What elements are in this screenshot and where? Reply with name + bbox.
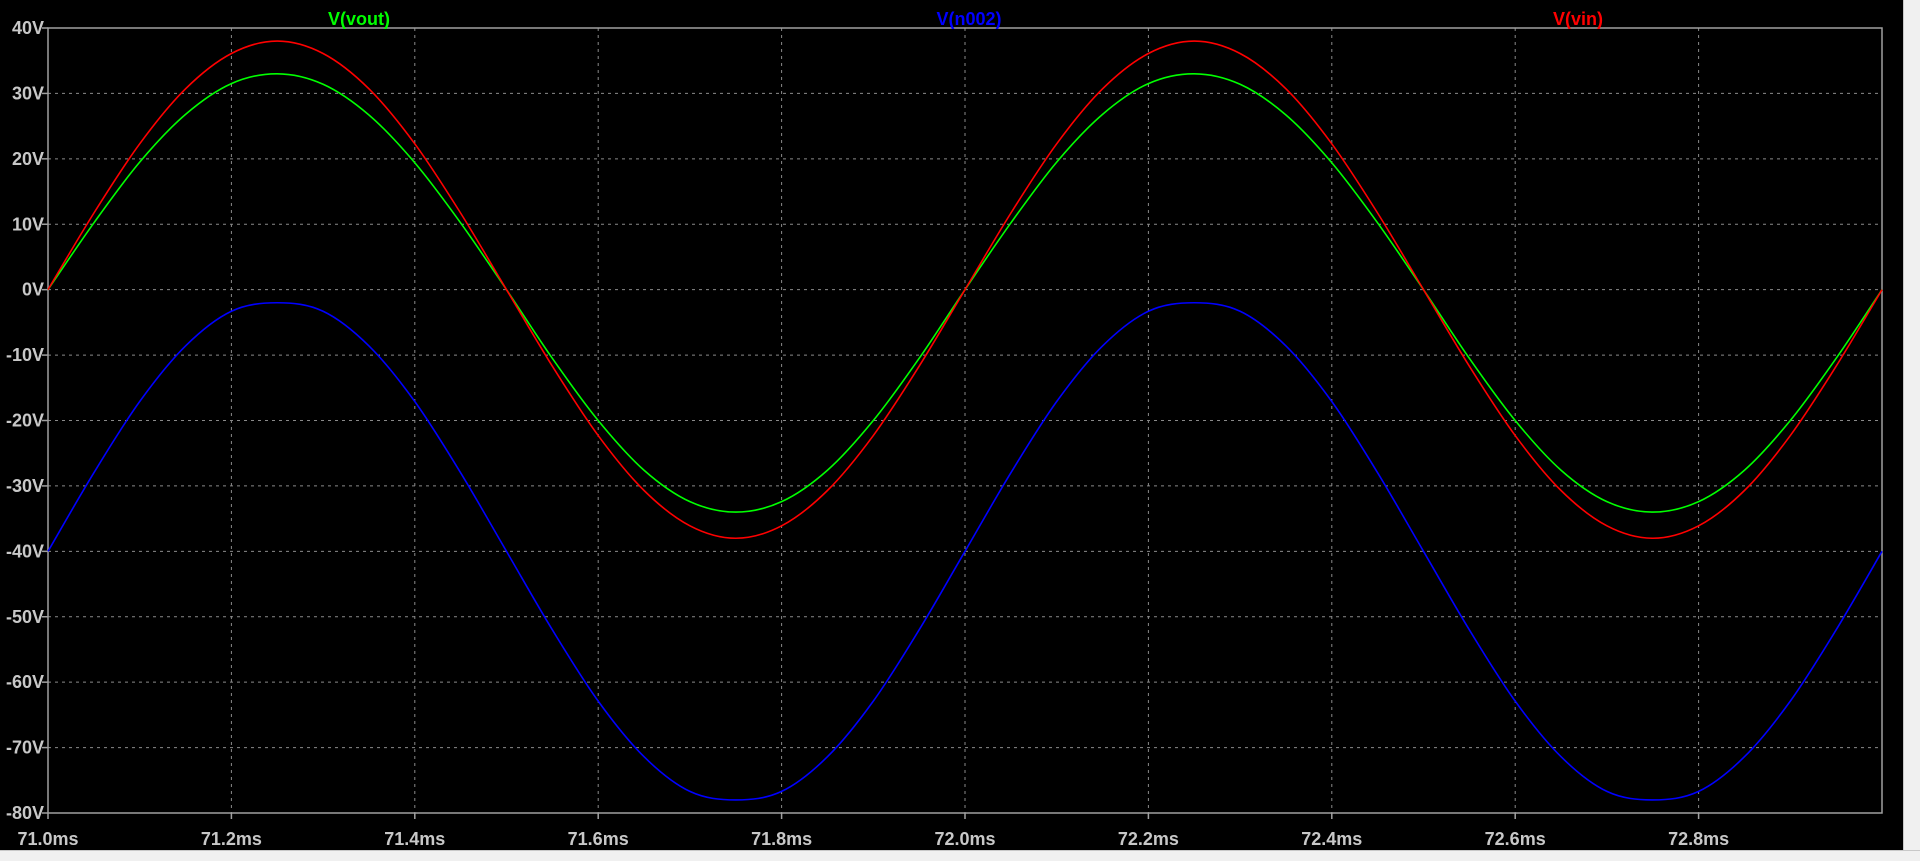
legend-entry-2[interactable]: V(vin) bbox=[1553, 9, 1603, 29]
y-tick-label: 40V bbox=[12, 18, 44, 38]
legend-entry-0[interactable]: V(vout) bbox=[328, 9, 390, 29]
status-bar bbox=[0, 850, 1920, 861]
y-tick-label: -50V bbox=[6, 607, 44, 627]
x-tick-label: 72.2ms bbox=[1118, 829, 1179, 849]
plot-area[interactable]: 40V 30V 20V 10V 0V -10V -20V -30V -40V -50V -60V -7… bbox=[0, 0, 1920, 861]
y-tick-label: -70V bbox=[6, 738, 44, 758]
y-tick-label: -40V bbox=[6, 541, 44, 561]
y-tick-label: 20V bbox=[12, 149, 44, 169]
x-tick-label: 71.0ms bbox=[17, 829, 78, 849]
x-tick-label: 72.4ms bbox=[1301, 829, 1362, 849]
y-tick-label: 0V bbox=[22, 280, 44, 300]
y-tick-label: -60V bbox=[6, 672, 44, 692]
right-window-margin bbox=[1903, 0, 1920, 850]
y-tick-label: -10V bbox=[6, 345, 44, 365]
x-tick-label: 71.4ms bbox=[384, 829, 445, 849]
x-tick-label: 72.6ms bbox=[1485, 829, 1546, 849]
plot-background bbox=[0, 0, 1920, 861]
y-tick-label: 10V bbox=[12, 214, 44, 234]
y-tick-label: -20V bbox=[6, 411, 44, 431]
y-tick-label: -80V bbox=[6, 803, 44, 823]
x-tick-label: 72.0ms bbox=[934, 829, 995, 849]
x-tick-label: 72.8ms bbox=[1668, 829, 1729, 849]
x-tick-label: 71.6ms bbox=[568, 829, 629, 849]
y-tick-label: -30V bbox=[6, 476, 44, 496]
legend-entry-1[interactable]: V(n002) bbox=[936, 9, 1001, 29]
y-tick-label: 30V bbox=[12, 83, 44, 103]
x-tick-label: 71.8ms bbox=[751, 829, 812, 849]
waveform-viewer[interactable]: 40V 30V 20V 10V 0V -10V -20V -30V -40V -50V -60V -7… bbox=[0, 0, 1920, 861]
x-tick-label: 71.2ms bbox=[201, 829, 262, 849]
